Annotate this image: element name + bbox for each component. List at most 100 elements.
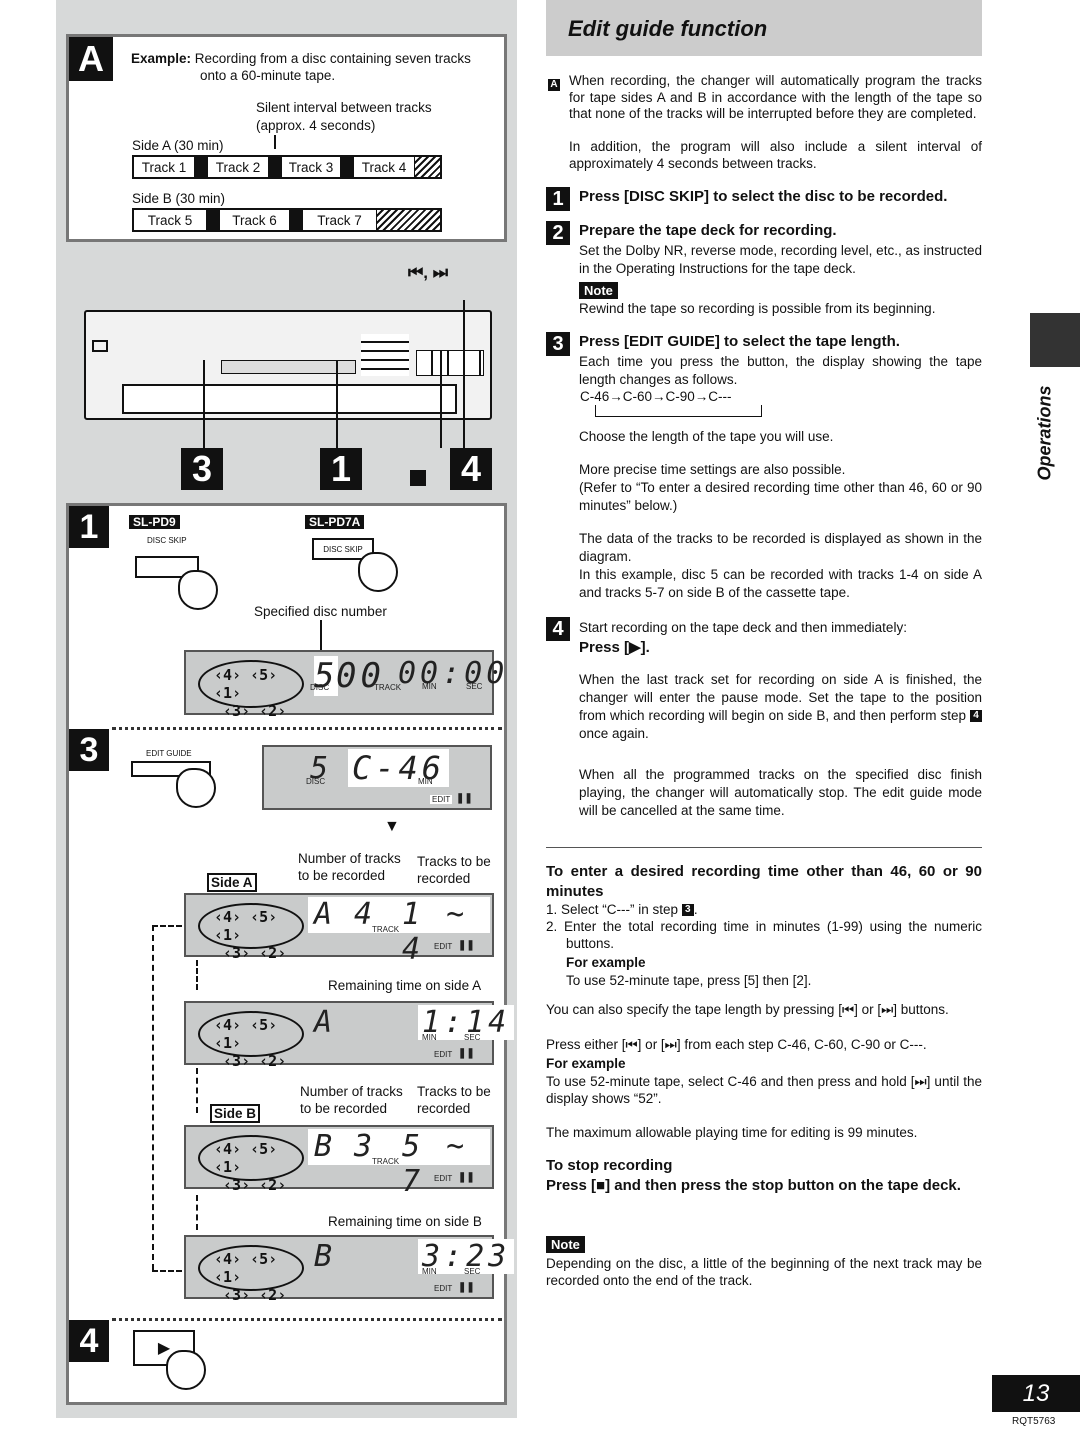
track-segment: Track 1 — [134, 157, 195, 177]
disc-label: DISC — [310, 683, 330, 692]
page-number: 13 — [992, 1375, 1080, 1412]
key-a: A — [548, 78, 560, 91]
step-3-precise: More precise time settings are also poss… — [579, 462, 846, 477]
edit-label: EDIT — [434, 1174, 453, 1183]
desired-heading: To enter a desired recording time other … — [546, 863, 982, 900]
min-label: MIN — [422, 1267, 437, 1276]
step-2-heading: Prepare the tape deck for recording. — [579, 222, 837, 239]
pressing-hand-icon — [176, 768, 216, 808]
disc-ring-icon: ‹4› ‹5› ‹1› ‹3› ‹2› — [198, 1245, 304, 1304]
step-3-heading: Press [EDIT GUIDE] to select the tape le… — [579, 333, 900, 350]
model-sl-pd7a: SL-PD7A — [305, 515, 365, 529]
step-2-body: Set the Dolby NR, reverse mode, recordin… — [579, 243, 982, 276]
stop-press: Press [■] and then press the stop button… — [546, 1177, 961, 1194]
example-text: Recording from a disc containing seven t… — [194, 51, 471, 66]
page-title: Edit guide function — [568, 16, 768, 41]
num-tracks-label-2: to be recorded — [298, 868, 386, 883]
edit-guide-label: EDIT GUIDE — [146, 749, 192, 758]
sec-label: SEC — [464, 1267, 481, 1276]
desired-example-2: To use 52-minute tape, select C-46 and t… — [546, 1074, 982, 1106]
document-code: RQT5763 — [1012, 1416, 1056, 1427]
specified-disc-label: Specified disc number — [254, 604, 387, 619]
side-letter: B — [314, 1239, 337, 1274]
step-3-number: 3 — [546, 332, 570, 356]
side-letter: A — [314, 1005, 337, 1040]
disc-drawer — [122, 384, 457, 414]
seq-c90: C-90 — [665, 389, 695, 404]
num-tracks-label: Number of tracks — [300, 1084, 403, 1099]
cd-changer-illustration — [84, 310, 492, 420]
stop-heading: To stop recording — [546, 1157, 673, 1174]
note-badge: Note — [546, 1236, 585, 1253]
side-a-bar: Track 1 Track 2 Track 3 Track 4 — [132, 155, 442, 179]
edit-label: EDIT — [434, 1284, 453, 1293]
transport-buttons — [416, 350, 484, 376]
sec-label: SEC — [464, 1033, 481, 1042]
step-3-body: Each time you press the button, the disp… — [579, 354, 982, 387]
callout-step-3: 3 — [181, 448, 223, 490]
disc-ring-icon: ‹4› ‹5› ‹1› ‹3› ‹2› — [198, 903, 304, 962]
step-4-para1: When the last track set for recording on… — [579, 672, 982, 741]
desired-either: Press either [⏮] or [⏭] from each step C… — [546, 1037, 927, 1052]
pause-icon: ❚❚ — [458, 1048, 475, 1059]
section-tab — [1030, 313, 1080, 367]
loop-arrow — [152, 925, 154, 1270]
disc-skip-label: DISC SKIP — [147, 536, 187, 545]
tracks-to-label-2: recorded — [417, 871, 471, 886]
step-4-para2: When all the programmed tracks on the sp… — [579, 767, 982, 818]
desired-also: You can also specify the tape length by … — [546, 1002, 949, 1017]
silent-interval-label: Silent interval between tracks — [256, 100, 432, 115]
pause-icon: ❚❚ — [456, 793, 473, 804]
step-2-note: Rewind the tape so recording is possible… — [579, 301, 936, 316]
side-a-label: Side A (30 min) — [132, 138, 224, 153]
arrow-down-icon: ▼ — [384, 818, 400, 835]
remaining-a-label: Remaining time on side A — [328, 978, 482, 993]
side-letter: B — [314, 1129, 337, 1164]
track-range: 5 ~ 7 — [402, 1129, 469, 1199]
tape-length-digits: C-46 — [348, 749, 450, 787]
track-segment: Track 4 — [354, 157, 415, 177]
power-button — [92, 340, 108, 352]
display-side-b-tracks: ‹4› ‹5› ‹1› ‹3› ‹2› B 3 TRACK 5 ~ 7 EDIT… — [184, 1125, 494, 1199]
disc-ring-icon: ‹4› ‹5› ‹1› ‹3› ‹2› — [198, 1135, 304, 1194]
pause-icon: ❚❚ — [458, 1282, 475, 1293]
pressing-hand-icon — [358, 552, 398, 592]
step-3-data: The data of the tracks to be recorded is… — [579, 531, 982, 564]
track-label: TRACK — [372, 1157, 400, 1166]
side-letter: A — [314, 897, 337, 932]
silent-interval-label-2: (approx. 4 seconds) — [256, 118, 376, 133]
example-label: Example: — [131, 51, 192, 66]
track-segment: Track 6 — [220, 210, 290, 230]
divider — [112, 1318, 502, 1321]
sec-label: SEC — [466, 682, 483, 691]
divider — [112, 727, 502, 730]
desired-item-1: 1. Select “C---” in step 3. — [546, 902, 698, 917]
disc-label: DISC — [306, 777, 326, 786]
callout-step-4: 4 — [450, 448, 492, 490]
track-segment: Track 7 — [303, 210, 377, 230]
disc-ring-icon: ‹4› ‹5› ‹1› ‹3› ‹2› — [198, 1011, 304, 1070]
key-3: 3 — [681, 904, 694, 917]
pause-icon: ❚❚ — [458, 940, 475, 951]
skip-buttons-label: ⏮, ⏭ — [408, 263, 449, 282]
tracks-to-label-2: recorded — [417, 1101, 471, 1116]
pressing-hand-icon — [166, 1350, 206, 1390]
min-label: MIN — [418, 777, 433, 786]
example-box: A Example: Recording from a disc contain… — [66, 34, 507, 242]
step-3-refer: (Refer to “To enter a desired recording … — [579, 480, 982, 513]
loop-back-arrow — [595, 405, 762, 417]
min-label: MIN — [422, 682, 437, 691]
numeric-keypad — [361, 334, 409, 376]
step-4-heading: Press [▶]. — [579, 639, 650, 656]
side-b-label: Side B (30 min) — [132, 191, 226, 206]
min-label: MIN — [422, 1033, 437, 1042]
seq-cdash: C--- — [708, 389, 732, 404]
step-2-number: 2 — [546, 221, 570, 245]
track-segment: Track 5 — [134, 210, 207, 230]
edit-label: EDIT — [434, 942, 453, 951]
pause-icon: ❚❚ — [458, 1172, 475, 1183]
tracks-to-label: Tracks to be — [417, 1084, 491, 1099]
divider — [546, 847, 982, 848]
track-segment: Track 2 — [208, 157, 269, 177]
for-example-label: For example — [566, 955, 646, 970]
